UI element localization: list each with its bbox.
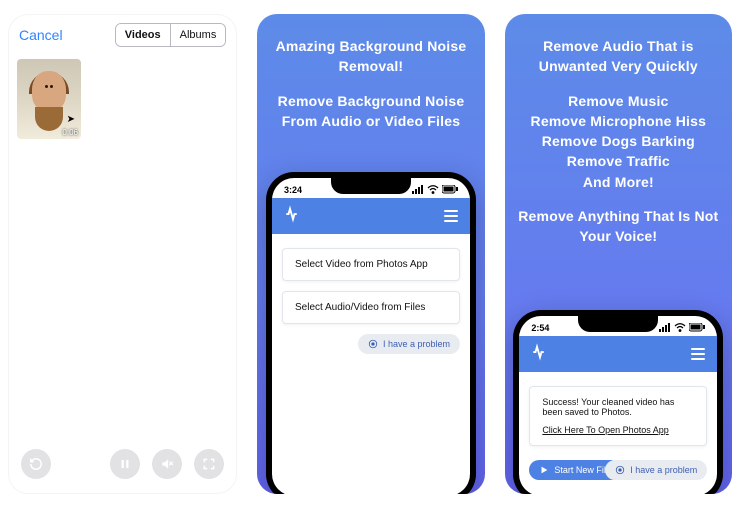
open-photos-link[interactable]: Click Here To Open Photos App: [542, 425, 694, 435]
phone-mockup: 2:54 Success! Your cleaned video h: [513, 310, 723, 494]
promo-copy: Remove Audio That is Unwanted Very Quick…: [505, 14, 732, 247]
headline: Remove Audio That is Unwanted Very Quick…: [517, 36, 720, 77]
tab-albums[interactable]: Albums: [171, 24, 226, 46]
tab-videos[interactable]: Videos: [116, 24, 171, 46]
help-chip[interactable]: I have a problem: [605, 460, 707, 480]
screenshot-promo-2: Remove Audio That is Unwanted Very Quick…: [505, 14, 732, 494]
signal-icon: [659, 323, 671, 332]
headline: Remove Background Noise From Audio or Vi…: [269, 91, 472, 132]
menu-button[interactable]: [444, 210, 458, 222]
phone-notch: [578, 316, 658, 332]
status-time: 2:54: [531, 323, 549, 333]
wifi-icon: [674, 323, 686, 332]
wifi-icon: [427, 185, 439, 194]
app-bar: [272, 198, 470, 234]
promo-copy: Amazing Background Noise Removal! Remove…: [257, 14, 484, 131]
help-chip-label: I have a problem: [383, 339, 450, 349]
headline: Remove Music Remove Microphone Hiss Remo…: [517, 91, 720, 192]
select-from-files-button[interactable]: Select Audio/Video from Files: [282, 291, 460, 324]
headline: Amazing Background Noise Removal!: [269, 36, 472, 77]
cursor-icon: ➤: [67, 114, 75, 125]
headline: Remove Anything That Is Not Your Voice!: [517, 206, 720, 247]
player-controls: [9, 449, 236, 479]
fullscreen-button[interactable]: [194, 449, 224, 479]
help-chip-label: I have a problem: [630, 465, 697, 475]
thumbnail-image: [17, 59, 81, 139]
app-logo-icon: [531, 343, 549, 366]
signal-icon: [412, 185, 424, 194]
screenshot-promo-1: Amazing Background Noise Removal! Remove…: [257, 14, 484, 494]
select-from-photos-button[interactable]: Select Video from Photos App: [282, 248, 460, 281]
picker-topbar: Cancel Videos Albums: [9, 15, 236, 55]
success-text: Success! Your cleaned video has been sav…: [542, 397, 694, 417]
battery-icon: [689, 323, 705, 332]
app-bar: [519, 336, 717, 372]
thumbnail-duration: 0:06: [62, 128, 78, 137]
phone-notch: [331, 178, 411, 194]
status-time: 3:24: [284, 185, 302, 195]
screenshot-photo-picker: Cancel Videos Albums ➤ 0:06: [8, 14, 237, 494]
success-message: Success! Your cleaned video has been sav…: [529, 386, 707, 446]
mute-button[interactable]: [152, 449, 182, 479]
menu-button[interactable]: [691, 348, 705, 360]
help-chip[interactable]: I have a problem: [358, 334, 460, 354]
screenshot-row: Cancel Videos Albums ➤ 0:06: [0, 0, 740, 508]
phone-mockup: 3:24 Select Video from Photos App Sel: [266, 172, 476, 494]
video-thumbnail[interactable]: ➤ 0:06: [17, 59, 81, 139]
app-logo-icon: [284, 205, 302, 228]
segmented-control[interactable]: Videos Albums: [115, 23, 227, 47]
battery-icon: [442, 185, 458, 194]
pause-button[interactable]: [110, 449, 140, 479]
cancel-button[interactable]: Cancel: [19, 27, 63, 43]
restart-button[interactable]: [21, 449, 51, 479]
start-new-file-label: Start New File: [554, 465, 611, 475]
